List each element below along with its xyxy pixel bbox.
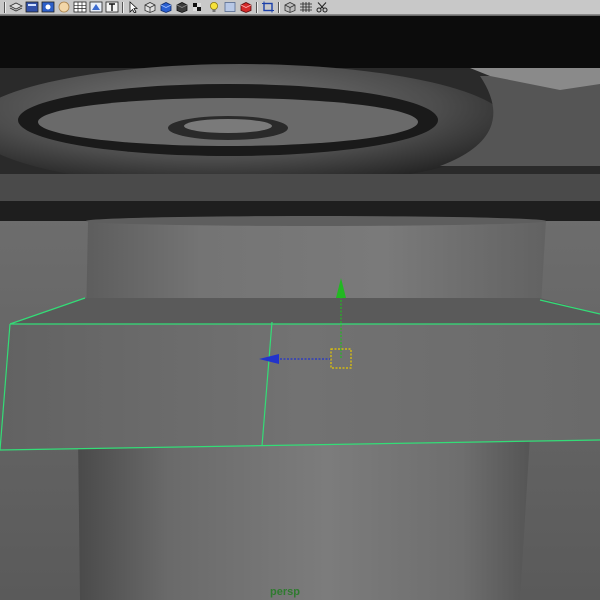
plate-top — [10, 298, 600, 324]
toolbar-separator — [2, 1, 7, 14]
wireframe-cube-icon[interactable] — [282, 1, 297, 14]
viewport-canvas[interactable] — [0, 16, 600, 600]
housing-lip — [0, 174, 600, 201]
shaded-cube-icon[interactable] — [158, 1, 173, 14]
uv-editor-icon[interactable] — [88, 1, 103, 14]
perspective-viewport[interactable] — [0, 16, 600, 600]
display-cube-icon[interactable] — [142, 1, 157, 14]
light-bulb-icon[interactable] — [206, 1, 221, 14]
render-cube-icon[interactable] — [238, 1, 253, 14]
light-sphere-icon[interactable] — [56, 1, 71, 14]
render-view-icon[interactable] — [24, 1, 39, 14]
texture-cube-icon[interactable] — [174, 1, 189, 14]
ring-hub-top — [184, 119, 272, 133]
dark-ceiling — [0, 16, 600, 68]
text-icon[interactable] — [104, 1, 119, 14]
frame-selected-icon[interactable] — [260, 1, 275, 14]
tool-settings-icon[interactable] — [314, 1, 329, 14]
toolbar-separator — [120, 1, 125, 14]
select-by-hierarchy-icon[interactable] — [126, 1, 141, 14]
layers-icon[interactable] — [8, 1, 23, 14]
material-icon[interactable] — [222, 1, 237, 14]
wireframe-cube-icon[interactable] — [190, 1, 205, 14]
grid-icon[interactable] — [72, 1, 87, 14]
shelf-toolbar — [0, 0, 600, 15]
selected-plate[interactable] — [0, 324, 600, 450]
script-editor-icon[interactable] — [40, 1, 55, 14]
lower-cylinder — [78, 436, 530, 600]
toolbar-separator — [276, 1, 281, 14]
toolbar-separator — [254, 1, 259, 14]
camera-label: persp — [270, 586, 300, 598]
grid-toggle-icon[interactable] — [298, 1, 313, 14]
upper-cylinder-cap — [86, 216, 546, 226]
